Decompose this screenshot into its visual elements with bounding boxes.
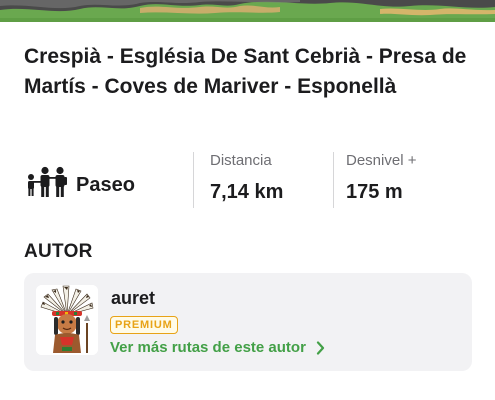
more-routes-link[interactable]: Ver más rutas de este autor <box>110 339 325 356</box>
route-map-preview[interactable] <box>0 0 495 22</box>
distance-value: 7,14 km <box>210 181 284 203</box>
elevation-label: Desnivel + <box>346 152 417 169</box>
elevation-stat: Desnivel + 175 m <box>346 150 416 204</box>
author-name[interactable]: auret <box>111 288 155 309</box>
author-card[interactable]: auret PREMIUM Ver más rutas de este auto… <box>24 273 472 371</box>
elevation-value: 175 m <box>346 181 403 203</box>
chief-headdress-avatar-icon <box>36 285 98 355</box>
activity-stat: Paseo <box>26 164 135 200</box>
stats-divider <box>333 152 334 208</box>
author-avatar[interactable] <box>36 285 98 355</box>
distance-stat: Distancia 7,14 km <box>210 150 283 204</box>
more-routes-link-label: Ver más rutas de este autor <box>110 339 306 356</box>
route-stats: Paseo Distancia 7,14 km Desnivel + 175 m <box>0 150 495 210</box>
terrain-image <box>0 0 495 22</box>
author-section-heading: AUTOR <box>24 241 93 262</box>
family-icon <box>28 166 67 197</box>
premium-badge: PREMIUM <box>110 316 178 334</box>
route-title: Crespià - Església De Sant Cebrià - Pres… <box>24 45 467 98</box>
activity-label: Paseo <box>76 173 135 196</box>
stats-divider <box>193 152 194 208</box>
chevron-right-icon <box>316 340 325 355</box>
distance-label: Distancia <box>210 152 272 169</box>
